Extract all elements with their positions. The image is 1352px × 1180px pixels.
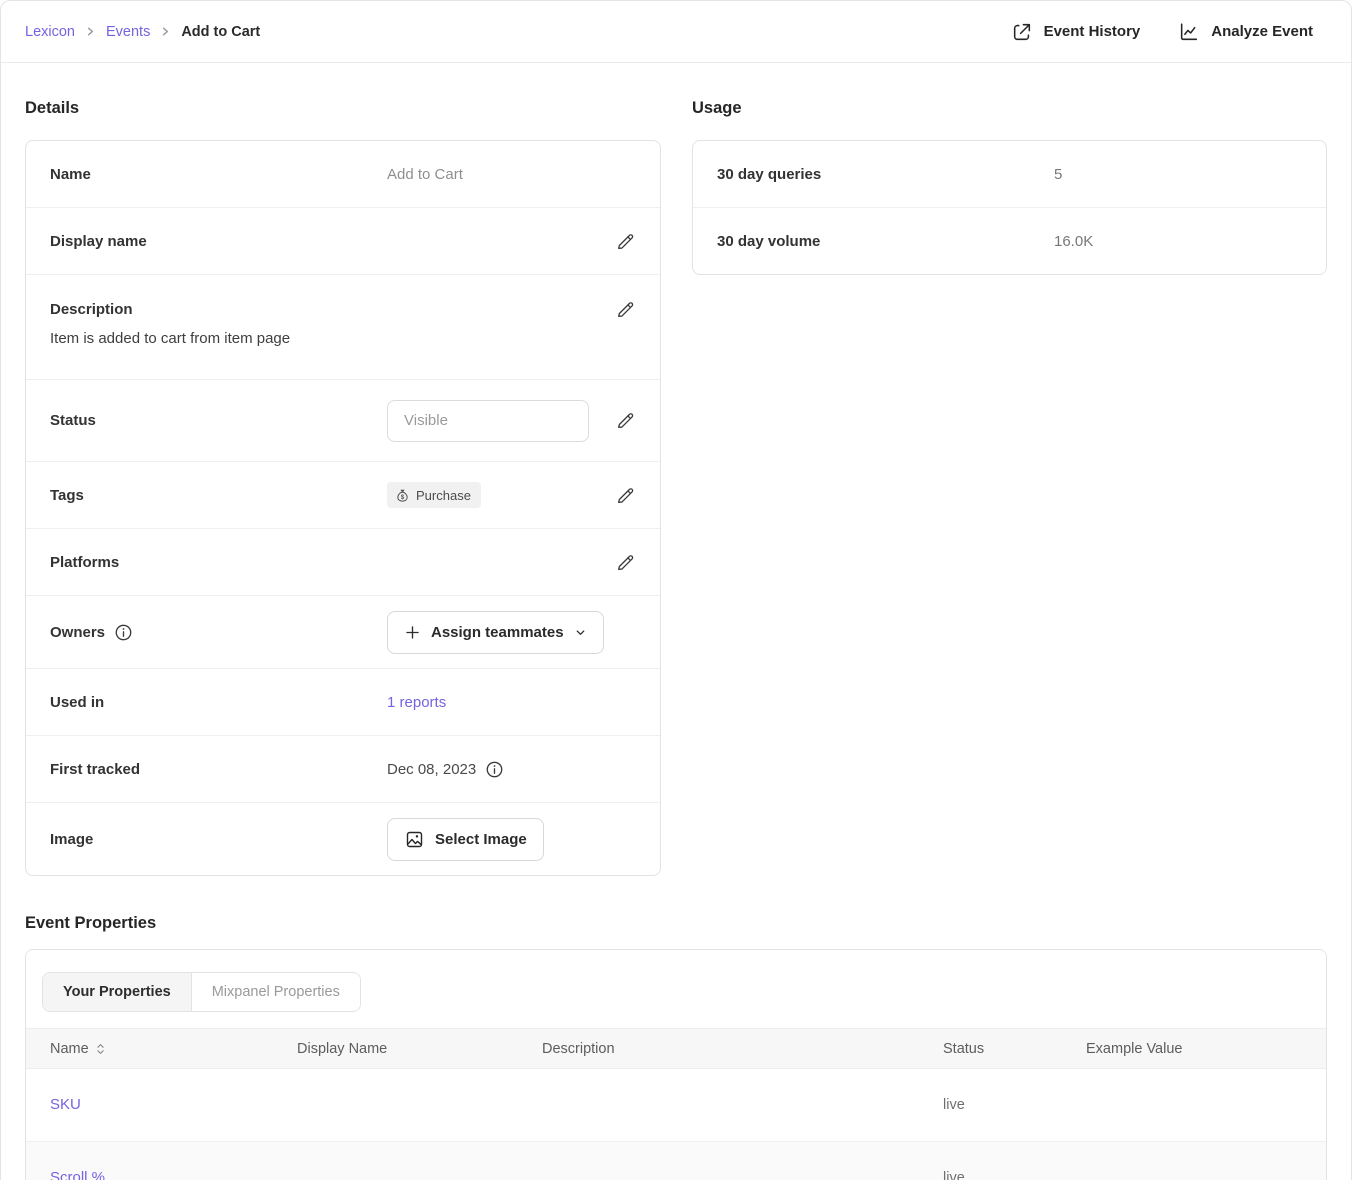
volume-value: 16.0K: [1054, 233, 1093, 250]
detail-row-owners: Owners Assign teammates: [26, 595, 660, 668]
event-properties-section: Event Properties Your Properties Mixpane…: [25, 914, 1327, 1180]
display-name-label: Display name: [50, 233, 387, 250]
usage-card: 30 day queries 5 30 day volume 16.0K: [692, 140, 1327, 275]
detail-row-first-tracked: First tracked Dec 08, 2023: [26, 735, 660, 802]
svg-text:$: $: [401, 495, 405, 501]
breadcrumb-current-event: Add to Cart: [181, 24, 260, 40]
usage-row-queries: 30 day queries 5: [693, 141, 1326, 207]
money-bag-icon: $: [395, 488, 410, 503]
info-icon[interactable]: [485, 760, 504, 779]
sku-description: [542, 1069, 943, 1142]
lexicon-event-detail-page: Lexicon Events Add to Cart Event History: [0, 0, 1352, 1180]
analyze-event-button[interactable]: Analyze Event: [1178, 21, 1313, 43]
used-in-reports-link[interactable]: 1 reports: [387, 694, 446, 711]
detail-row-name: Name Add to Cart: [26, 141, 660, 207]
header-actions: Event History Analyze Event: [1011, 21, 1313, 43]
event-history-button[interactable]: Event History: [1011, 21, 1141, 43]
sku-status: live: [943, 1069, 1086, 1142]
first-tracked-value: Dec 08, 2023: [387, 761, 476, 778]
column-name-label: Name: [50, 1041, 89, 1057]
edit-pencil-icon[interactable]: [614, 484, 636, 506]
select-image-button[interactable]: Select Image: [387, 818, 544, 861]
column-example-value-label: Example Value: [1086, 1029, 1326, 1069]
image-icon: [404, 829, 425, 850]
scroll-description: [542, 1142, 943, 1180]
edit-pencil-icon[interactable]: [614, 298, 636, 320]
event-properties-title: Event Properties: [25, 914, 1327, 933]
chevron-down-icon: [574, 626, 587, 639]
platforms-label: Platforms: [50, 554, 387, 571]
plus-icon: [404, 624, 421, 641]
table-row-scroll-percent[interactable]: Scroll % live: [26, 1142, 1326, 1180]
queries-value: 5: [1054, 166, 1062, 183]
tab-mixpanel-properties[interactable]: Mixpanel Properties: [192, 973, 360, 1011]
column-status-label: Status: [943, 1029, 1086, 1069]
detail-row-platforms: Platforms: [26, 528, 660, 595]
details-title: Details: [25, 99, 661, 118]
select-image-label: Select Image: [435, 831, 527, 848]
event-history-label: Event History: [1044, 23, 1141, 40]
description-value: Item is added to cart from item page: [50, 330, 636, 347]
queries-label: 30 day queries: [717, 166, 1054, 183]
tag-label: Purchase: [416, 488, 471, 503]
details-section: Details Name Add to Cart Display name: [25, 99, 661, 876]
used-in-label: Used in: [50, 694, 387, 711]
column-name-sort[interactable]: Name: [50, 1041, 297, 1057]
breadcrumb-events-link[interactable]: Events: [106, 24, 150, 40]
breadcrumb-lexicon-link[interactable]: Lexicon: [25, 24, 75, 40]
volume-label: 30 day volume: [717, 233, 1054, 250]
property-link-scroll-percent[interactable]: Scroll %: [50, 1169, 105, 1180]
assign-teammates-label: Assign teammates: [431, 624, 564, 641]
chevron-right-icon: [160, 26, 171, 37]
table-row-sku[interactable]: SKU live: [26, 1069, 1326, 1142]
name-label: Name: [50, 166, 387, 183]
details-card: Name Add to Cart Display name Descriptio…: [25, 140, 661, 876]
sku-example-value: [1086, 1069, 1326, 1142]
tags-label: Tags: [50, 487, 387, 504]
detail-row-tags: Tags $ Purchase: [26, 461, 660, 528]
status-value: Visible: [404, 412, 448, 429]
properties-tab-group: Your Properties Mixpanel Properties: [42, 972, 361, 1012]
info-icon[interactable]: [114, 623, 133, 642]
usage-section: Usage 30 day queries 5 30 day volume 16.…: [692, 99, 1327, 876]
status-select[interactable]: Visible: [387, 400, 589, 442]
sort-arrows-icon: [96, 1042, 105, 1056]
first-tracked-label: First tracked: [50, 761, 387, 778]
status-label: Status: [50, 412, 387, 429]
event-properties-card: Your Properties Mixpanel Properties Name: [25, 949, 1327, 1180]
detail-row-display-name: Display name: [26, 207, 660, 274]
image-label: Image: [50, 831, 387, 848]
tab-your-properties[interactable]: Your Properties: [43, 973, 192, 1011]
detail-row-status: Status Visible: [26, 379, 660, 461]
scroll-example-value: [1086, 1142, 1326, 1180]
usage-row-volume: 30 day volume 16.0K: [693, 207, 1326, 274]
top-bar: Lexicon Events Add to Cart Event History: [1, 1, 1351, 63]
edit-pencil-icon[interactable]: [614, 410, 636, 432]
name-value: Add to Cart: [387, 166, 463, 183]
chevron-right-icon: [85, 26, 96, 37]
column-description-label: Description: [542, 1029, 943, 1069]
line-chart-icon: [1178, 21, 1200, 43]
edit-pencil-icon[interactable]: [614, 551, 636, 573]
scroll-display-name: [297, 1142, 542, 1180]
properties-table: Name Display Name Description Status Exa…: [26, 1028, 1326, 1180]
property-link-sku[interactable]: SKU: [50, 1096, 81, 1113]
tag-chip-purchase[interactable]: $ Purchase: [387, 482, 481, 508]
breadcrumb: Lexicon Events Add to Cart: [25, 24, 260, 40]
detail-row-image: Image Select Image: [26, 802, 660, 875]
main-content: Details Name Add to Cart Display name: [1, 63, 1351, 1180]
owners-label: Owners: [50, 624, 105, 641]
usage-title: Usage: [692, 99, 1327, 118]
sku-display-name: [297, 1069, 542, 1142]
scroll-status: live: [943, 1142, 1086, 1180]
column-display-name-label: Display Name: [297, 1029, 542, 1069]
edit-pencil-icon[interactable]: [614, 230, 636, 252]
description-label: Description: [50, 301, 387, 318]
external-link-icon: [1011, 21, 1033, 43]
detail-row-used-in: Used in 1 reports: [26, 668, 660, 735]
analyze-event-label: Analyze Event: [1211, 23, 1313, 40]
detail-row-description: Description Item is added to cart from i…: [26, 274, 660, 379]
assign-teammates-button[interactable]: Assign teammates: [387, 611, 604, 654]
properties-table-header: Name Display Name Description Status Exa…: [26, 1029, 1326, 1069]
